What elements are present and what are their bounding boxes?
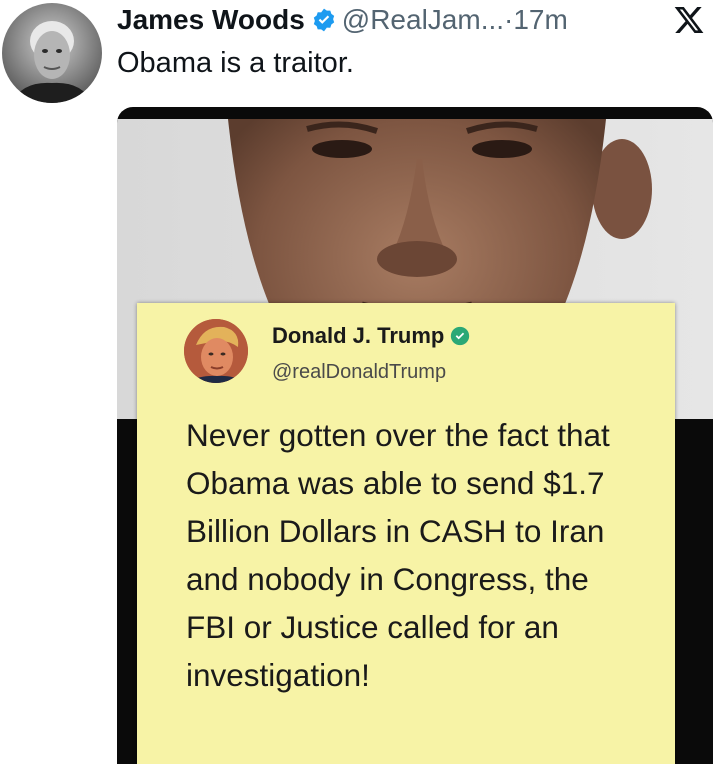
- quoted-author-name: Donald J. Trump: [272, 323, 470, 349]
- quoted-text: Never gotten over the fact that Obama wa…: [186, 417, 610, 693]
- quoted-author-avatar: [184, 319, 248, 383]
- author-avatar-image: [12, 21, 92, 103]
- post-timestamp[interactable]: 17m: [513, 4, 567, 36]
- x-logo-icon: [672, 4, 706, 36]
- quoted-author-name-text: Donald J. Trump: [272, 323, 445, 348]
- verified-badge-icon: [311, 7, 337, 33]
- display-name[interactable]: James Woods: [117, 4, 305, 36]
- post-text: Obama is a traitor.: [117, 47, 354, 79]
- quoted-note: Donald J. Trump @realDonaldTrump Never g…: [137, 303, 675, 764]
- author-handle[interactable]: @RealJam...: [342, 4, 504, 36]
- separator-dot: ·: [504, 4, 514, 35]
- post-media[interactable]: Donald J. Trump @realDonaldTrump Never g…: [117, 107, 713, 764]
- quoted-author-handle: @realDonaldTrump: [272, 361, 447, 383]
- post-header: James Woods @RealJam... · 17m: [117, 0, 568, 40]
- author-avatar[interactable]: [2, 3, 102, 103]
- post: James Woods @RealJam... · 17m Obama is a…: [0, 0, 713, 764]
- verified-badge-icon: [450, 326, 470, 346]
